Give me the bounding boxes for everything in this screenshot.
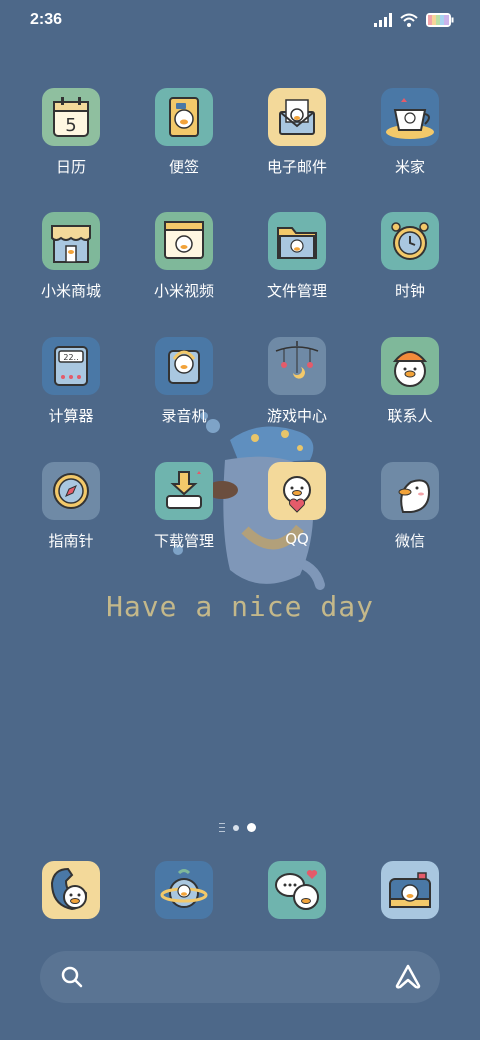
app-downloads[interactable]: 下载管理 <box>134 462 234 551</box>
app-compass[interactable]: 指南针 <box>21 462 121 551</box>
app-label: 文件管理 <box>266 282 327 300</box>
signal-icon <box>374 12 392 31</box>
duck-hat-icon <box>381 337 439 395</box>
mobile-icon <box>268 337 326 395</box>
search-icon[interactable] <box>60 965 84 993</box>
search-bar[interactable] <box>40 951 440 1003</box>
app-recorder[interactable]: 录音机 <box>134 337 234 426</box>
dock-messages[interactable] <box>247 861 347 919</box>
app-label: 联系人 <box>387 407 433 425</box>
page-dot-active[interactable] <box>247 823 256 832</box>
compass-icon <box>42 462 100 520</box>
app-games[interactable]: 游戏中心 <box>247 337 347 426</box>
duck-heart-icon <box>268 462 326 520</box>
app-mivideo[interactable]: 小米视频 <box>134 212 234 301</box>
chat-icon <box>268 861 326 919</box>
app-calculator[interactable]: 22.. 计算器 <box>21 337 121 426</box>
wifi-icon <box>400 12 418 31</box>
calculator-screen: 22.. <box>63 353 78 362</box>
app-wechat[interactable]: 微信 <box>360 462 460 551</box>
app-label: 电子邮件 <box>266 158 327 176</box>
mail-icon <box>268 88 326 146</box>
status-bar: 2:36 <box>0 0 480 40</box>
wallpaper-text: Have a nice day <box>106 590 374 623</box>
phone-icon <box>42 861 100 919</box>
assistant-icon[interactable] <box>394 964 422 994</box>
recorder-icon <box>155 337 213 395</box>
status-time: 2:36 <box>30 11 63 28</box>
app-mail[interactable]: 电子邮件 <box>247 88 347 177</box>
app-mistore[interactable]: 小米商城 <box>21 212 121 301</box>
app-mijia[interactable]: 米家 <box>360 88 460 177</box>
teacup-icon <box>381 88 439 146</box>
app-clock[interactable]: 时钟 <box>360 212 460 301</box>
status-icons <box>374 12 454 31</box>
app-label: 日历 <box>55 158 86 176</box>
app-label: 指南针 <box>48 532 94 550</box>
calculator-icon: 22.. <box>42 337 100 395</box>
alarm-clock-icon <box>381 212 439 270</box>
app-contacts[interactable]: 联系人 <box>360 337 460 426</box>
app-label: 米家 <box>394 158 425 176</box>
list-view-icon[interactable] <box>219 823 225 832</box>
app-label: 小米商城 <box>40 282 101 300</box>
app-label: 录音机 <box>161 407 207 425</box>
planet-icon <box>155 861 213 919</box>
app-label: 小米视频 <box>153 282 214 300</box>
app-label: 计算器 <box>48 407 94 425</box>
dock-camera[interactable] <box>360 861 460 919</box>
page-dot[interactable] <box>233 824 239 831</box>
app-label: 便签 <box>168 158 199 176</box>
video-icon <box>155 212 213 270</box>
app-label: QQ <box>285 530 309 548</box>
app-qq[interactable]: QQ <box>247 462 347 548</box>
calendar-icon: 5 <box>42 88 100 146</box>
app-notes[interactable]: 便签 <box>134 88 234 177</box>
camera-icon <box>381 861 439 919</box>
calendar-digit: 5 <box>65 115 76 136</box>
dock-browser[interactable] <box>134 861 234 919</box>
shop-icon <box>42 212 100 270</box>
duck-bubble-icon <box>381 462 439 520</box>
app-label: 游戏中心 <box>266 407 327 425</box>
app-label: 时钟 <box>394 282 425 300</box>
folder-icon <box>268 212 326 270</box>
download-icon <box>155 462 213 520</box>
app-calendar[interactable]: 5 日历 <box>21 88 121 177</box>
notes-icon <box>155 88 213 146</box>
app-label: 下载管理 <box>153 532 214 550</box>
page-indicator[interactable] <box>219 823 256 832</box>
app-label: 微信 <box>394 532 425 550</box>
app-files[interactable]: 文件管理 <box>247 212 347 301</box>
dock-phone[interactable] <box>21 861 121 919</box>
battery-icon <box>426 12 454 31</box>
